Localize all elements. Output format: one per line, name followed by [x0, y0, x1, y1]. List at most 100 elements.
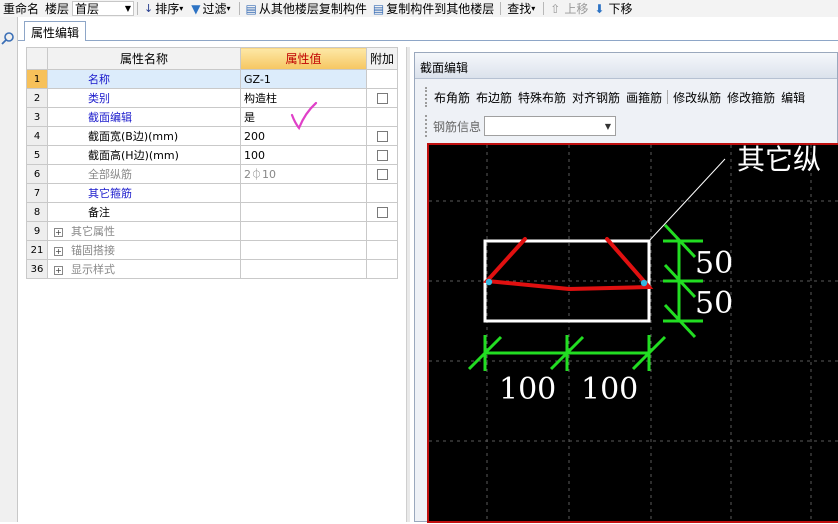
- copy-to-label: 复制构件到其他楼层: [386, 2, 495, 16]
- table-row[interactable]: 1 名称 GZ-1: [26, 69, 399, 89]
- dim-label-right-bottom: 50: [695, 286, 733, 321]
- dim-label-bottom-left: 100: [499, 372, 556, 407]
- extra-cell: [365, 88, 399, 108]
- extra-cell: [365, 183, 399, 203]
- extra-cell: [365, 164, 399, 184]
- property-value[interactable]: [240, 240, 367, 260]
- sort-label: 排序: [155, 2, 180, 16]
- tool-draw-stirrup[interactable]: 画箍筋: [623, 89, 665, 106]
- property-value[interactable]: 2⏀10: [240, 164, 367, 184]
- property-value[interactable]: [240, 183, 367, 203]
- table-row[interactable]: 6 全部纵筋 2⏀10: [26, 164, 399, 184]
- extra-cell: [365, 107, 399, 127]
- table-row[interactable]: 3 截面编辑 是: [26, 107, 399, 127]
- property-value[interactable]: [240, 221, 367, 241]
- table-row[interactable]: 8 备注: [26, 202, 399, 222]
- extra-cell: [365, 126, 399, 146]
- row-index: 36: [26, 259, 48, 279]
- extra-checkbox[interactable]: [376, 207, 388, 218]
- extra-cell: [365, 69, 399, 89]
- chevron-down-icon: ▼: [124, 4, 132, 13]
- property-name: 名称: [47, 69, 241, 89]
- property-value[interactable]: [240, 259, 367, 279]
- rename-button[interactable]: 重命名: [0, 0, 42, 17]
- search-icon[interactable]: [1, 31, 15, 45]
- property-name: 备注: [47, 202, 241, 222]
- extra-checkbox[interactable]: [376, 150, 388, 161]
- rebar-point[interactable]: [485, 278, 493, 286]
- tool-modify-stirrup[interactable]: 修改箍筋: [724, 89, 778, 106]
- property-value[interactable]: 100: [240, 145, 367, 165]
- header-property-name[interactable]: 属性名称: [47, 47, 241, 70]
- property-name: 类别: [47, 88, 241, 108]
- table-row[interactable]: 7 其它箍筋: [26, 183, 399, 203]
- filter-label: 过滤: [202, 2, 227, 16]
- toolbar-divider: [137, 2, 139, 15]
- label-other-longitudinal: 其它纵: [737, 145, 821, 176]
- grid-corner: [26, 47, 48, 70]
- copy-to-icon: ▤: [372, 1, 385, 16]
- tool-align-rebar[interactable]: 对齐钢筋: [569, 89, 623, 106]
- expand-plus-icon[interactable]: +: [54, 227, 63, 237]
- chevron-down-icon: ▼: [604, 121, 612, 131]
- extra-checkbox[interactable]: [376, 93, 388, 104]
- rebar-info-select[interactable]: ▼: [484, 116, 617, 136]
- tool-edit[interactable]: 编辑: [778, 89, 808, 106]
- copy-from-icon: ▤: [245, 1, 257, 16]
- panel-title: 截面编辑: [415, 53, 837, 79]
- toolbar-divider: [500, 2, 502, 15]
- stirrup-rebar[interactable]: [482, 237, 654, 292]
- table-row[interactable]: 4 截面宽(B边)(mm) 200: [26, 126, 399, 146]
- tool-corner-rebar[interactable]: 布角筋: [431, 89, 473, 106]
- copy-from-label: 从其他楼层复制构件: [258, 2, 367, 16]
- copy-from-floor-button[interactable]: ▤ 从其他楼层复制构件: [243, 0, 370, 17]
- rebar-info-label: 钢筋信息: [433, 119, 482, 134]
- row-index: 4: [26, 126, 48, 146]
- floor-label: 楼层: [45, 2, 70, 16]
- tool-edge-rebar[interactable]: 布边筋: [473, 89, 515, 106]
- extra-checkbox[interactable]: [376, 131, 388, 142]
- toolbar-divider: [667, 90, 669, 104]
- header-extra[interactable]: 附加: [365, 47, 399, 70]
- label-leader-line: [648, 158, 726, 242]
- move-down-button[interactable]: ⬇ 下移: [591, 0, 635, 17]
- move-up-button[interactable]: ⇧ 上移: [547, 0, 591, 17]
- table-row[interactable]: 21 + 锚固搭接: [26, 240, 399, 260]
- dim-label-right-top: 50: [695, 246, 733, 281]
- section-drawing: 其它纵 50 50 100 100: [429, 143, 838, 521]
- tool-modify-longitudinal[interactable]: 修改纵筋: [670, 89, 724, 106]
- copy-to-floor-button[interactable]: ▤ 复制构件到其他楼层: [370, 0, 497, 17]
- find-label: 查找: [507, 2, 532, 16]
- chevron-down-icon: ▾: [226, 4, 231, 13]
- table-row[interactable]: 2 类别 构造柱: [26, 88, 399, 108]
- table-row[interactable]: 5 截面高(H边)(mm) 100: [26, 145, 399, 165]
- splitter[interactable]: [406, 47, 410, 522]
- row-index: 5: [26, 145, 48, 165]
- property-value[interactable]: [240, 202, 367, 222]
- extra-checkbox[interactable]: [376, 169, 388, 180]
- grid-lines: [429, 145, 838, 521]
- row-index: 9: [26, 221, 48, 241]
- floor-select[interactable]: 首层 ▼: [72, 1, 135, 16]
- tool-special-rebar[interactable]: 特殊布筋: [515, 89, 569, 106]
- filter-button[interactable]: ▼ 过滤 ▾: [188, 0, 235, 17]
- property-name: 截面高(H边)(mm): [47, 145, 241, 165]
- dimension-lines: [467, 223, 703, 371]
- section-canvas[interactable]: 其它纵 50 50 100 100: [427, 143, 838, 523]
- tab-property-edit[interactable]: 属性编辑: [24, 21, 87, 41]
- find-button[interactable]: 查找 ▾: [504, 0, 540, 17]
- section-outline[interactable]: [483, 239, 651, 323]
- table-row[interactable]: 9 + 其它属性: [26, 221, 399, 241]
- section-edit-panel: 截面编辑 布角筋 布边筋 特殊布筋 对齐钢筋 画箍筋 修改纵筋 修改箍筋 编辑 …: [414, 52, 838, 523]
- expand-plus-icon[interactable]: +: [54, 265, 63, 275]
- rebar-point[interactable]: [640, 279, 648, 287]
- move-down-label: 下移: [608, 2, 633, 16]
- extra-cell: [365, 202, 399, 222]
- property-value[interactable]: GZ-1: [240, 69, 367, 89]
- row-index: 3: [26, 107, 48, 127]
- table-row[interactable]: 36 + 显示样式: [26, 259, 399, 279]
- sort-button[interactable]: ↓ 排序 ▾: [141, 0, 188, 17]
- chevron-down-icon: ▾: [531, 4, 536, 13]
- header-property-value[interactable]: 属性值: [240, 47, 367, 70]
- expand-plus-icon[interactable]: +: [54, 246, 63, 256]
